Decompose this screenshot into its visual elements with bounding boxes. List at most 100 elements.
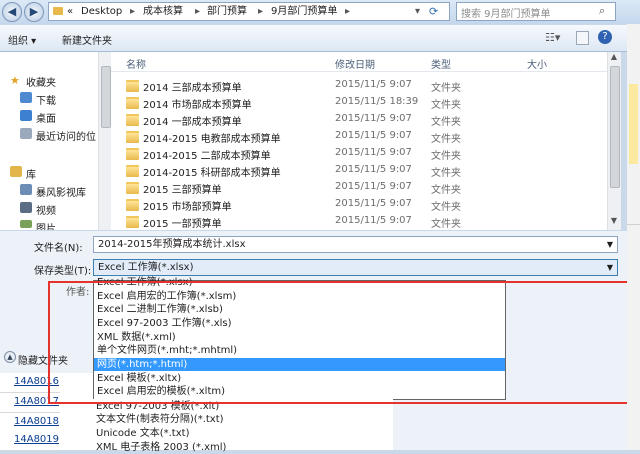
file-date: 2015/11/5 9:07 <box>335 79 412 90</box>
file-list-scrollbar[interactable]: ▲ ▼ <box>607 52 621 230</box>
search-placeholder: 搜索 9月部门预算单 <box>461 9 551 20</box>
file-name: 2015 一部预算单 <box>143 219 222 230</box>
file-type-option[interactable]: Unicode 文本(*.txt) <box>93 427 504 440</box>
video-library-icon <box>20 184 32 195</box>
file-name: 2014-2015 科研部成本预算单 <box>143 168 281 179</box>
list-item[interactable]: 2014 三部成本预算单 2015/11/5 9:07 文件夹 <box>111 78 607 94</box>
sidebar-favorites[interactable]: 收藏夹 <box>26 74 56 89</box>
list-item[interactable]: 2015 市场部预算单 2015/11/5 9:07 文件夹 <box>111 197 607 213</box>
column-header-date[interactable]: 修改日期 <box>335 56 375 71</box>
new-folder-button[interactable]: 新建文件夹 <box>62 32 112 47</box>
file-date: 2015/11/5 9:07 <box>335 215 412 226</box>
file-type: 文件夹 <box>431 134 461 145</box>
file-name: 2014-2015 电教部成本预算单 <box>143 134 281 145</box>
scroll-up-icon[interactable]: ▲ <box>608 52 620 64</box>
library-icon <box>10 166 22 177</box>
sidebar-item-recent[interactable]: 最近访问的位 <box>36 128 96 143</box>
file-type-option[interactable]: XML 电子表格 2003 (*.xml) <box>93 441 504 454</box>
search-input[interactable]: 搜索 9月部门预算单 ⌕ <box>456 2 616 21</box>
list-item[interactable]: 2014-2015 电教部成本预算单 2015/11/5 9:07 文件夹 <box>111 129 607 145</box>
organize-button[interactable]: 组织 ▾ <box>8 32 36 47</box>
address-dropdown-icon[interactable]: ▾ <box>415 3 420 20</box>
column-header-name[interactable]: 名称 <box>126 56 146 71</box>
list-item[interactable]: 2014 一部成本预算单 2015/11/5 9:07 文件夹 <box>111 112 607 128</box>
folder-icon <box>126 131 139 143</box>
breadcrumb-separator: ▸ <box>258 6 264 17</box>
file-type: 文件夹 <box>431 168 461 179</box>
sheet-cell-link[interactable]: 14A8019 <box>14 434 59 445</box>
file-name: 2014-2015 二部成本预算单 <box>143 151 271 162</box>
filename-field[interactable]: 2014-2015年预算成本统计.xlsx ▼ <box>93 236 618 253</box>
sidebar-item-pictures[interactable]: 图片 <box>36 220 56 230</box>
file-list: 名称 修改日期 类型 大小 2014 三部成本预算单 2015/11/5 9:07… <box>111 52 607 230</box>
file-date: 2015/11/5 18:39 <box>335 96 419 107</box>
file-name: 2015 三部预算单 <box>143 185 222 196</box>
file-type-value: Excel 工作簿(*.xlsx) <box>98 262 194 273</box>
navigation-pane: ★ 收藏夹 下载 桌面 最近访问的位 库 暴风影视库 视频 图片 <box>0 52 98 230</box>
file-type: 文件夹 <box>431 83 461 94</box>
file-name: 2014 市场部成本预算单 <box>143 100 252 111</box>
address-overflow[interactable]: « <box>67 3 73 20</box>
file-type-select[interactable]: Excel 工作簿(*.xlsx) ▼ <box>93 259 618 276</box>
file-name: 2014 一部成本预算单 <box>143 117 242 128</box>
sidebar-library[interactable]: 库 <box>26 166 36 181</box>
breadcrumb-dept-budget[interactable]: 部门预算 <box>207 3 247 20</box>
breadcrumb-cost-accounting[interactable]: 成本核算 <box>143 3 183 20</box>
folder-icon <box>126 148 139 160</box>
address-bar[interactable]: « Desktop ▸ 成本核算 ▸ 部门预算 ▸ 9月部门预算单 ▸ ▾ ⟳ <box>48 2 450 21</box>
folder-icon <box>126 97 139 109</box>
sidebar-item-baofeng[interactable]: 暴风影视库 <box>36 184 86 199</box>
sheet-cell: 14A8019 <box>0 431 60 451</box>
scroll-down-icon[interactable]: ▼ <box>608 216 620 228</box>
breadcrumb-separator: ▸ <box>345 6 351 17</box>
sidebar-item-desktop[interactable]: 桌面 <box>36 110 56 125</box>
search-icon[interactable]: ⌕ <box>599 4 605 18</box>
list-scroll-thumb[interactable] <box>610 66 620 188</box>
sheet-cell-link[interactable]: 14A8018 <box>14 416 59 427</box>
chevron-down-icon[interactable]: ▼ <box>607 260 613 275</box>
header-divider <box>111 71 607 72</box>
refresh-icon[interactable]: ⟳ <box>429 3 438 20</box>
file-type: 文件夹 <box>431 185 461 196</box>
list-item[interactable]: 2015 一部预算单 2015/11/5 9:07 文件夹 <box>111 214 607 230</box>
filename-label: 文件名(N): <box>34 243 83 254</box>
list-item[interactable]: 2014 市场部成本预算单 2015/11/5 18:39 文件夹 <box>111 95 607 111</box>
preview-pane-icon[interactable] <box>576 31 589 45</box>
column-header-type[interactable]: 类型 <box>431 56 451 71</box>
sidebar-scroll-thumb[interactable] <box>101 66 111 128</box>
list-item[interactable]: 2014-2015 二部成本预算单 2015/11/5 9:07 文件夹 <box>111 146 607 162</box>
file-type: 文件夹 <box>431 117 461 128</box>
chevron-down-icon[interactable]: ▼ <box>607 237 613 252</box>
file-date: 2015/11/5 9:07 <box>335 164 412 175</box>
file-date: 2015/11/5 9:07 <box>335 198 412 209</box>
folder-icon <box>126 165 139 177</box>
back-button[interactable]: ◀ <box>2 2 22 22</box>
chevron-up-icon[interactable]: ▲ <box>4 351 16 363</box>
file-type-dropdown-overflow: Excel 97-2003 模板(*.xlt) 文本文件(制表符分隔)(*.tx… <box>93 399 393 453</box>
sidebar-scrollbar[interactable] <box>98 52 111 230</box>
view-options-icon[interactable]: ☷▾ <box>545 31 560 44</box>
file-type: 文件夹 <box>431 219 461 230</box>
list-item[interactable]: 2015 三部预算单 2015/11/5 9:07 文件夹 <box>111 180 607 196</box>
breadcrumb-sept-budget[interactable]: 9月部门预算单 <box>271 3 337 20</box>
file-date: 2015/11/5 9:07 <box>335 113 412 124</box>
desktop-icon <box>20 110 32 121</box>
help-icon[interactable]: ? <box>598 30 612 44</box>
folder-icon <box>126 182 139 194</box>
file-type-option[interactable]: 文本文件(制表符分隔)(*.txt) <box>93 413 504 426</box>
folder-icon <box>126 199 139 211</box>
sidebar-item-downloads[interactable]: 下载 <box>36 92 56 107</box>
forward-button[interactable]: ▶ <box>24 2 44 22</box>
list-item[interactable]: 2014-2015 科研部成本预算单 2015/11/5 9:07 文件夹 <box>111 163 607 179</box>
file-date: 2015/11/5 9:07 <box>335 130 412 141</box>
folder-icon <box>126 216 139 228</box>
pictures-icon <box>20 220 32 228</box>
sidebar-item-videos[interactable]: 视频 <box>36 202 56 217</box>
highlight-box <box>48 281 630 404</box>
download-icon <box>20 92 32 103</box>
breadcrumb-desktop[interactable]: Desktop <box>81 3 122 20</box>
column-header-size[interactable]: 大小 <box>527 56 547 71</box>
divider <box>627 224 640 225</box>
breadcrumb-separator: ▸ <box>195 6 201 17</box>
breadcrumb-separator: ▸ <box>130 6 136 17</box>
